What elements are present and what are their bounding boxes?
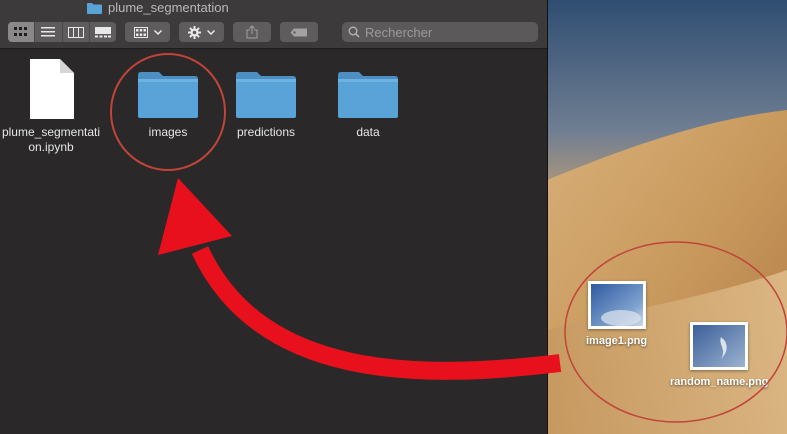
folder-icon — [338, 72, 398, 118]
file-item-notebook[interactable]: plume_segmentati on.ipynb — [2, 59, 100, 155]
search-field[interactable]: Rechercher — [342, 22, 538, 42]
folder-icon — [87, 2, 102, 14]
column-view-button[interactable] — [63, 22, 90, 42]
gear-icon — [188, 25, 201, 39]
action-button[interactable] — [179, 22, 224, 42]
folder-icon — [236, 72, 296, 118]
share-icon — [246, 25, 258, 39]
document-icon — [30, 59, 74, 119]
folder-item-data[interactable]: data — [328, 71, 408, 140]
desktop-file-label: random_name.png — [670, 376, 769, 388]
folder-item-images[interactable]: images — [128, 71, 208, 140]
chevron-down-icon — [207, 29, 215, 35]
icon-view-button[interactable] — [8, 22, 36, 42]
icon-view-icon — [14, 27, 28, 36]
file-grid: plume_segmentati on.ipynb images predict… — [0, 49, 547, 434]
chevron-down-icon — [153, 29, 162, 35]
tag-button[interactable] — [280, 22, 318, 42]
view-switcher — [8, 22, 116, 42]
finder-window: plume_segmentation Rechercher plume_segm… — [0, 0, 548, 434]
image-thumbnail-icon — [690, 322, 749, 370]
group-button[interactable] — [125, 22, 170, 42]
window-title: plume_segmentation — [108, 0, 229, 15]
folder-item-predictions[interactable]: predictions — [226, 71, 306, 140]
gallery-view-button[interactable] — [90, 22, 116, 42]
search-placeholder: Rechercher — [365, 24, 433, 40]
column-view-icon — [67, 26, 84, 38]
file-label: plume_segmentati on.ipynb — [1, 125, 101, 154]
gallery-view-icon — [94, 26, 111, 37]
list-view-button[interactable] — [35, 22, 63, 42]
search-icon — [348, 26, 360, 38]
desktop-file-image1[interactable]: image1.png — [586, 281, 647, 347]
folder-icon — [138, 72, 198, 118]
list-view-icon — [41, 27, 56, 37]
folder-label: images — [148, 125, 188, 139]
desktop-file-random-name[interactable]: random_name.png — [670, 322, 768, 388]
tag-icon — [290, 28, 307, 36]
group-icon — [133, 26, 148, 38]
folder-label: data — [356, 125, 380, 139]
desktop-file-label: image1.png — [586, 335, 648, 347]
folder-label: predictions — [236, 125, 296, 139]
image-thumbnail-icon — [587, 281, 646, 329]
share-button[interactable] — [233, 22, 271, 42]
title-bar[interactable]: plume_segmentation — [0, 0, 547, 16]
